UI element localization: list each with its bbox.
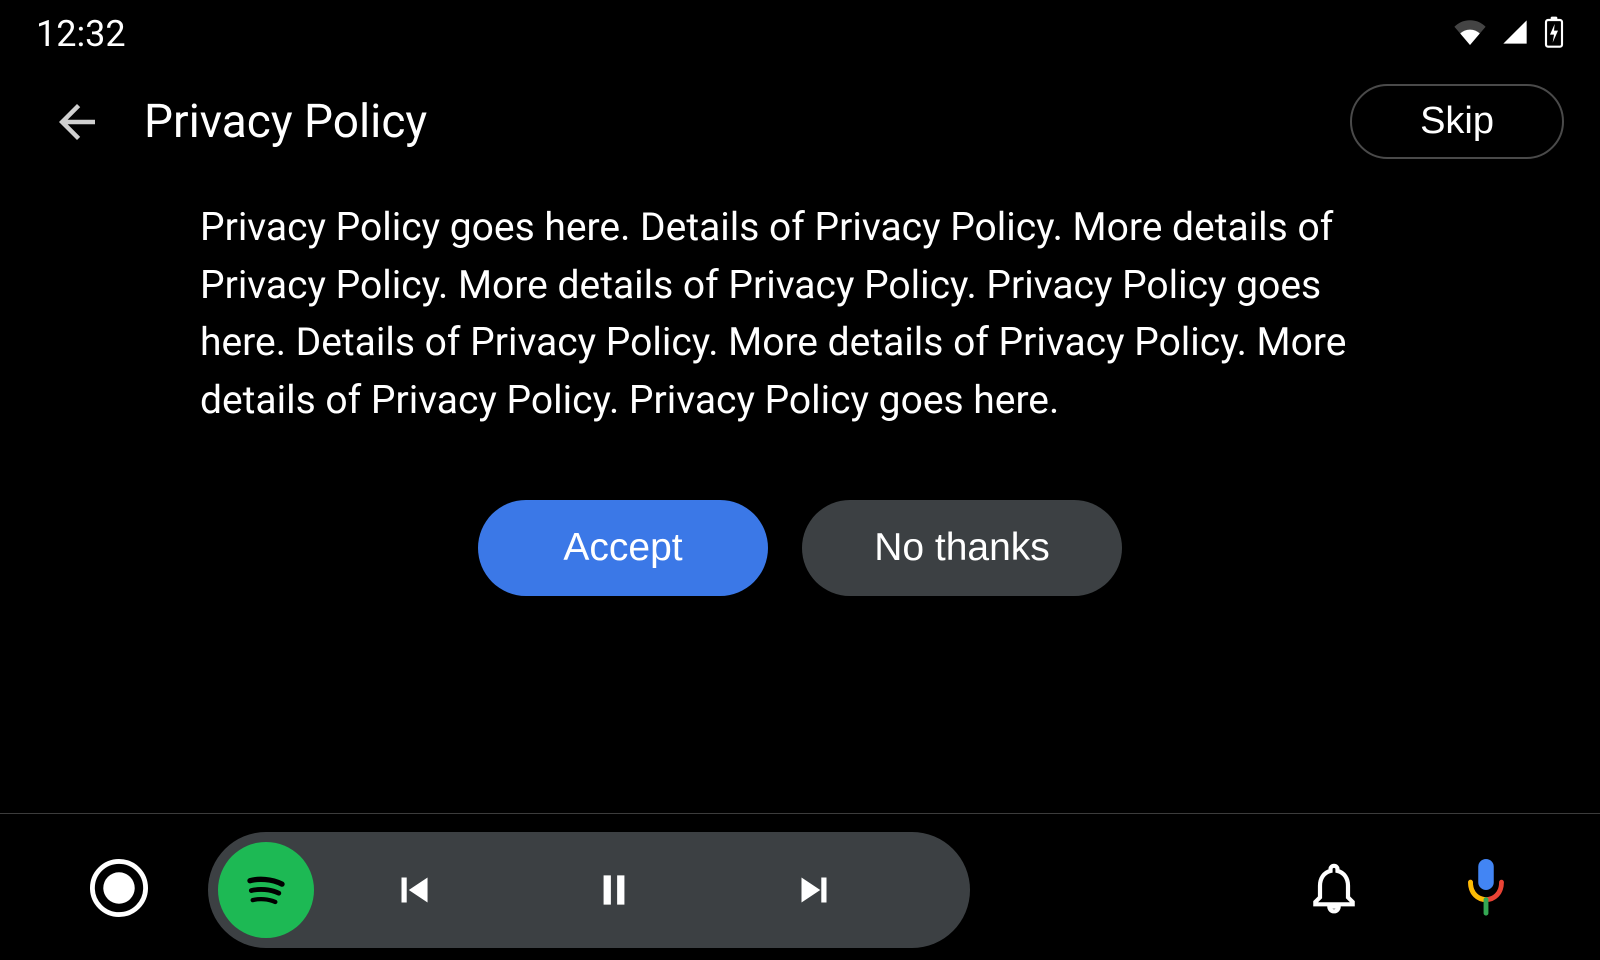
spotify-icon[interactable] <box>218 842 314 938</box>
next-track-button[interactable] <box>714 865 914 915</box>
home-button[interactable] <box>90 859 148 921</box>
bell-icon <box>1306 860 1362 916</box>
arrow-left-icon <box>50 95 104 149</box>
skip-next-icon <box>789 865 839 915</box>
mic-icon <box>1462 857 1510 919</box>
notifications-button[interactable] <box>1306 860 1362 920</box>
cellular-icon <box>1500 18 1530 50</box>
header-left: Privacy Policy <box>50 95 427 149</box>
status-icons <box>1454 16 1564 52</box>
header-row: Privacy Policy Skip <box>0 64 1600 179</box>
skip-button[interactable]: Skip <box>1350 84 1564 159</box>
pause-icon <box>589 865 639 915</box>
status-time: 12:32 <box>36 13 126 55</box>
previous-track-button[interactable] <box>314 865 514 915</box>
decline-button[interactable]: No thanks <box>802 500 1122 596</box>
home-circle-icon <box>90 859 148 917</box>
play-pause-button[interactable] <box>514 865 714 915</box>
back-button[interactable] <box>50 95 104 149</box>
skip-previous-icon <box>389 865 439 915</box>
accept-button[interactable]: Accept <box>478 500 768 596</box>
policy-text: Privacy Policy goes here. Details of Pri… <box>200 199 1400 430</box>
bottom-right <box>1306 857 1510 923</box>
divider <box>0 813 1600 814</box>
media-controls <box>208 832 970 948</box>
page-title: Privacy Policy <box>144 95 427 149</box>
battery-icon <box>1544 16 1564 52</box>
bottom-left <box>90 832 970 948</box>
wifi-icon <box>1454 19 1486 49</box>
bottom-bar <box>0 820 1600 960</box>
action-buttons: Accept No thanks <box>200 500 1400 596</box>
status-bar: 12:32 <box>0 0 1600 64</box>
content: Privacy Policy goes here. Details of Pri… <box>0 179 1600 596</box>
voice-assistant-button[interactable] <box>1462 857 1510 923</box>
